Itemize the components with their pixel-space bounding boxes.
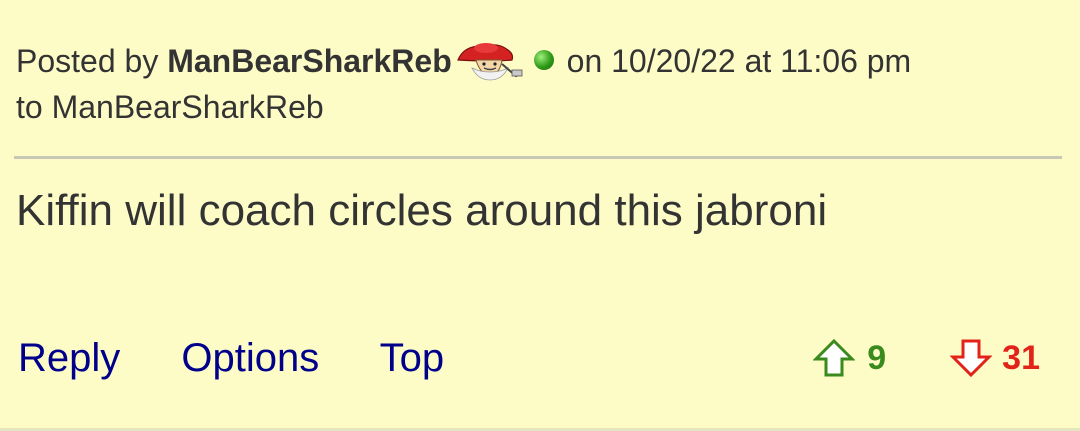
reply-to-user-link[interactable]: ManBearSharkReb bbox=[52, 89, 324, 125]
downvote-count: 31 bbox=[1002, 338, 1040, 377]
forum-post: Posted by ManBearSharkReb on 10/20/22 at… bbox=[0, 0, 1080, 431]
options-link[interactable]: Options bbox=[181, 336, 319, 380]
user-avatar[interactable] bbox=[454, 40, 528, 82]
posted-by-label: Posted by bbox=[16, 43, 159, 79]
arrow-up-outline-icon bbox=[813, 338, 856, 377]
downvote-button[interactable]: 31 bbox=[950, 338, 1040, 378]
post-header: Posted by ManBearSharkReb on 10/20/22 at… bbox=[16, 38, 1066, 130]
reply-link[interactable]: Reply bbox=[18, 336, 120, 380]
post-body: Kiffin will coach circles around this ja… bbox=[16, 186, 828, 235]
colonel-reb-avatar-icon bbox=[456, 43, 523, 81]
post-actions: Reply Options Top bbox=[18, 333, 494, 383]
author-link[interactable]: ManBearSharkReb bbox=[167, 43, 452, 79]
arrow-down-outline-icon bbox=[950, 339, 993, 378]
date-prefix: on bbox=[566, 43, 603, 79]
upvote-button[interactable]: 9 bbox=[813, 338, 886, 378]
online-status-icon bbox=[533, 50, 554, 70]
vote-controls: 9 31 bbox=[813, 333, 1040, 383]
header-divider bbox=[14, 156, 1062, 159]
top-link[interactable]: Top bbox=[380, 336, 445, 380]
reply-to-label: to bbox=[16, 89, 43, 125]
upvote-count: 9 bbox=[867, 338, 887, 377]
post-date: 10/20/22 at 11:06 pm bbox=[611, 43, 912, 79]
